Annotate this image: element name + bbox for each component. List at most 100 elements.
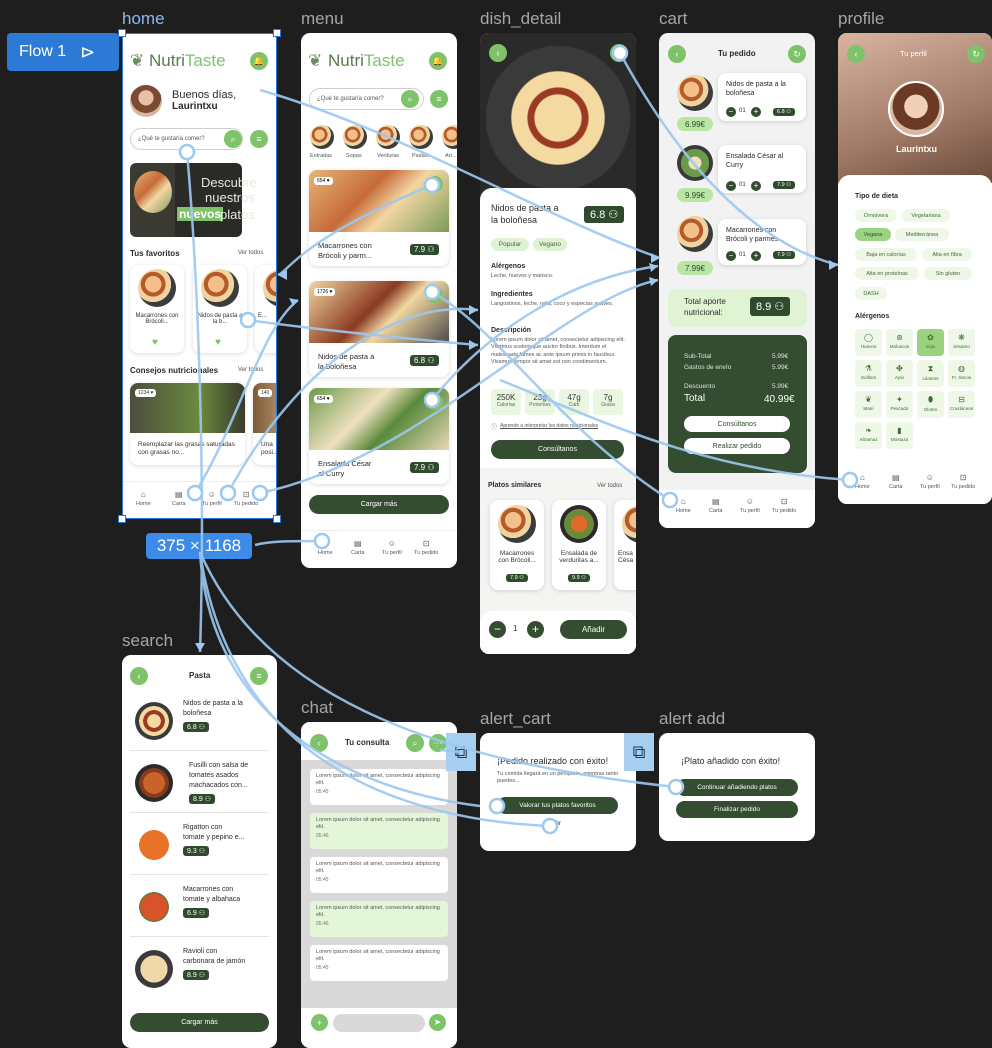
category-label[interactable]: Arr... — [445, 153, 457, 159]
diet-chip[interactable]: Omnívora — [855, 209, 897, 222]
nutri-info-link[interactable]: Aprende a interpretar los datos nutricio… — [500, 423, 598, 429]
dish-card[interactable]: 1726 ♥ ♡ Nidos de pasta a la boloñesa 6.… — [309, 281, 449, 377]
rate-dishes-button[interactable]: Valorar tus platos favoritos — [497, 797, 618, 814]
dish-card[interactable]: 654 ♥ ♡ Ensalada César al Curry 7.9 ⚇ — [309, 388, 449, 484]
filter-icon[interactable]: ≡ — [250, 667, 268, 685]
similar-card[interactable]: Ensalada de verduritas a... 9.9 ⚇ — [552, 500, 606, 590]
diet-chip[interactable]: Baja en calorías — [855, 248, 917, 261]
minus-icon[interactable]: − — [489, 621, 506, 638]
allergen-tile[interactable]: ❦ Maní — [855, 391, 882, 418]
overlay-link-icon[interactable]: ⧉ — [446, 733, 476, 771]
heart-icon[interactable]: ♡ — [427, 176, 443, 192]
profile-avatar[interactable] — [888, 81, 944, 137]
back-arrow-icon[interactable]: ‹ — [310, 734, 328, 752]
allergen-tile[interactable]: ⊛ Moluscos — [886, 329, 913, 356]
dish-image[interactable] — [135, 950, 173, 988]
plus-icon[interactable]: + — [527, 621, 544, 638]
minus-icon[interactable]: − — [726, 107, 736, 117]
nav-carta[interactable]: ▤ Carta — [351, 539, 364, 556]
diet-chip[interactable]: DASH — [855, 287, 887, 300]
nav-pedido[interactable]: ⊡ Tu pedido — [414, 539, 438, 556]
filter-icon[interactable]: ≡ — [430, 90, 448, 108]
nav-home[interactable]: ⌂ Home — [676, 497, 691, 514]
consult-button[interactable]: Consúltanos — [491, 440, 624, 459]
category-image[interactable] — [343, 125, 367, 149]
allergen-tile[interactable]: ◍ Fr. Secos — [948, 360, 975, 387]
resize-handle[interactable] — [273, 515, 281, 523]
resize-handle[interactable] — [273, 29, 281, 37]
continue-adding-button[interactable]: Continuar añadiendo platos — [676, 779, 798, 796]
minus-icon[interactable]: − — [726, 251, 736, 261]
dish-card[interactable]: 654 ♥ ♡ Macarrones con Brócoli y parm...… — [309, 170, 449, 266]
category-label[interactable]: Pastas — [412, 153, 429, 159]
resize-handle[interactable] — [118, 29, 126, 37]
category-image[interactable] — [442, 125, 457, 149]
allergen-tile[interactable]: ⊟ Crustáceos — [948, 391, 975, 418]
category-image[interactable] — [409, 125, 433, 149]
bell-icon[interactable]: 🔔 — [429, 52, 447, 70]
allergen-tile[interactable]: ⬮ Gluten — [917, 391, 944, 418]
category-label[interactable]: Entradas — [310, 153, 332, 159]
exit-link[interactable]: Salir — [548, 820, 561, 827]
frame-label-chat[interactable]: chat — [301, 698, 333, 718]
frame-label-dish-detail[interactable]: dish_detail — [480, 9, 561, 29]
message-input[interactable] — [333, 1014, 425, 1032]
frame-label-cart[interactable]: cart — [659, 9, 687, 29]
back-arrow-icon[interactable]: ‹ — [847, 45, 865, 63]
diet-chip[interactable]: Alta en proteínas — [855, 267, 919, 280]
minus-icon[interactable]: − — [726, 181, 736, 191]
frame-label-profile[interactable]: profile — [838, 9, 884, 29]
flow-start-badge[interactable]: Flow 1 ⊳ — [7, 33, 119, 71]
heart-icon[interactable]: ♡ — [427, 394, 443, 410]
load-more-button[interactable]: Cargar más — [130, 1013, 269, 1032]
frame-label-alert-cart[interactable]: alert_cart — [480, 709, 551, 729]
diet-chip[interactable]: Mediterránea — [895, 228, 949, 241]
nav-pedido[interactable]: ⊡ Tu pedido — [951, 473, 975, 490]
dish-image[interactable] — [135, 826, 173, 864]
plus-icon[interactable]: + — [751, 181, 761, 191]
category-label[interactable]: Sopas — [346, 153, 362, 159]
nav-home[interactable]: ⌂ Home — [855, 473, 870, 490]
similar-see-all-link[interactable]: Ver todos — [597, 483, 622, 489]
history-icon[interactable]: ↻ — [967, 45, 985, 63]
allergen-tile[interactable]: ✿ Soja — [917, 329, 944, 356]
diet-chip[interactable]: Sin gluten — [924, 267, 972, 280]
frame-label-search[interactable]: search — [122, 631, 173, 651]
allergen-tile[interactable]: ⧗ Lácteos — [917, 360, 944, 387]
nav-perfil[interactable]: ☺ Tu perfil — [740, 497, 760, 514]
allergen-tile[interactable]: ▮ Mostaza — [886, 422, 913, 449]
similar-card[interactable]: Macarrones con Brócoli... 7.9 ⚇ — [490, 500, 544, 590]
nav-home[interactable]: ⌂ Home — [318, 539, 333, 556]
back-arrow-icon[interactable]: ‹ — [489, 44, 507, 62]
nav-perfil[interactable]: ☺ Tu perfil — [382, 539, 402, 556]
resize-handle[interactable] — [118, 515, 126, 523]
diet-chip-selected[interactable]: Vegana — [855, 228, 891, 241]
dish-image[interactable] — [135, 702, 173, 740]
consult-button[interactable]: Consúltanos — [684, 416, 790, 432]
dish-image[interactable] — [135, 888, 173, 926]
history-icon[interactable]: ↻ — [788, 45, 806, 63]
frame-label-alert-add[interactable]: alert add — [659, 709, 725, 729]
heart-icon[interactable]: ♡ — [427, 287, 443, 303]
search-icon[interactable]: ⌕ — [406, 734, 424, 752]
plus-icon[interactable]: + — [311, 1014, 328, 1031]
more-icon[interactable]: ⋯ — [429, 734, 447, 752]
nav-carta[interactable]: ▤ Carta — [709, 497, 722, 514]
back-arrow-icon[interactable]: ‹ — [130, 667, 148, 685]
overlay-link-icon[interactable]: ⧉ — [624, 733, 654, 771]
nav-carta[interactable]: ▤ Carta — [889, 473, 902, 490]
allergen-tile[interactable]: ✤ Apio — [886, 360, 913, 387]
load-more-button[interactable]: Cargar más — [309, 495, 449, 514]
send-icon[interactable]: ➤ — [429, 1014, 446, 1031]
category-label[interactable]: Verduras — [377, 153, 399, 159]
allergen-tile[interactable]: ✦ Pescado — [886, 391, 913, 418]
diet-chip[interactable]: Alta en fibra — [922, 248, 972, 261]
category-image[interactable] — [376, 125, 400, 149]
category-image[interactable] — [310, 125, 334, 149]
plus-icon[interactable]: + — [751, 107, 761, 117]
diet-chip[interactable]: Vegetariana — [902, 209, 950, 222]
similar-card[interactable]: Ensa Césa — [614, 500, 636, 590]
frame-label-menu[interactable]: menu — [301, 9, 344, 29]
plus-icon[interactable]: + — [751, 251, 761, 261]
search-icon[interactable]: ⌕ — [401, 90, 419, 108]
